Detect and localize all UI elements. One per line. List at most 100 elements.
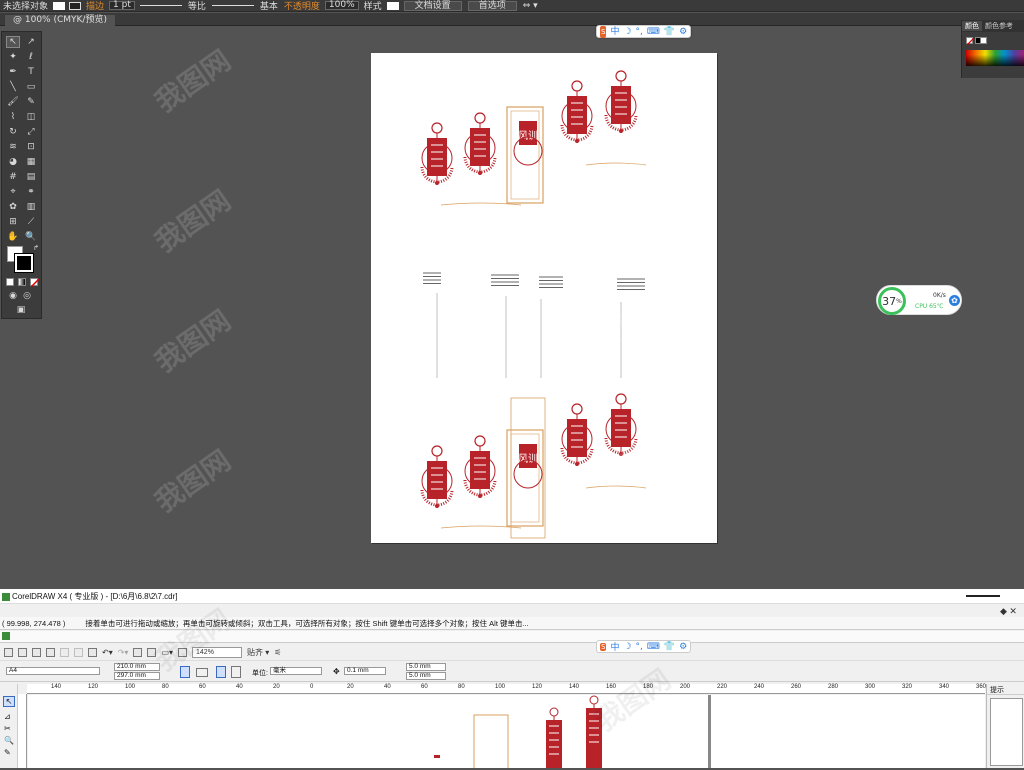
tab-color[interactable]: 颜色 <box>962 21 982 31</box>
zoom-level-select[interactable]: 142% <box>192 647 243 658</box>
gradient-tool-icon[interactable]: ▤ <box>24 171 38 183</box>
ime-settings-icon[interactable]: ⚙ <box>679 642 687 652</box>
ime-logo-icon[interactable]: S <box>600 25 607 38</box>
stroke-profile[interactable]: 等比 <box>185 0 209 11</box>
app-launcher-icon[interactable]: ▭▾ <box>161 648 173 657</box>
all-pages-icon[interactable] <box>216 666 226 678</box>
ime-skin-icon[interactable]: 👕 <box>664 642 675 652</box>
ime-keyboard-icon[interactable]: ⌨ <box>647 642 660 652</box>
options-icon[interactable]: ⚟ <box>274 648 281 657</box>
symbol-sprayer-tool-icon[interactable]: ✿ <box>6 201 20 213</box>
stroke-color-box[interactable] <box>15 254 33 272</box>
screen-mode-icon[interactable]: ▣ <box>14 304 28 316</box>
undo-icon[interactable]: ↶▾ <box>102 648 113 657</box>
duplicate-y-field[interactable]: 5.0 mm <box>406 672 446 680</box>
gradient-mode-icon[interactable] <box>18 278 26 286</box>
stroke-label[interactable]: 描边 <box>83 0 107 11</box>
none-mode-icon[interactable] <box>30 278 40 288</box>
lasso-tool-icon[interactable]: ℓ <box>24 51 38 63</box>
pen-tool-icon[interactable]: ✒ <box>6 66 20 78</box>
shape-tool-icon[interactable]: ⊿ <box>4 712 11 721</box>
document-tab[interactable]: @ 100% (CMYK/预览) <box>5 15 115 26</box>
portrait-icon[interactable] <box>180 666 190 678</box>
hand-tool-icon[interactable]: ✋ <box>6 231 20 243</box>
copy-icon[interactable] <box>74 648 83 657</box>
line-tool-icon[interactable]: ╲ <box>6 81 20 93</box>
color-spectrum[interactable] <box>966 50 1024 66</box>
fill-bucket-icon[interactable]: ◆ ✕ <box>1000 606 1017 617</box>
stroke-weight-field[interactable]: 1 pt <box>109 1 135 10</box>
unit-select[interactable]: 毫米 <box>270 667 322 675</box>
welcome-screen-icon[interactable] <box>178 648 188 657</box>
boost-icon[interactable]: ✿ <box>949 295 960 306</box>
landscape-icon[interactable] <box>196 668 208 677</box>
opacity-field[interactable]: 100% <box>324 1 359 10</box>
new-icon[interactable] <box>4 648 13 657</box>
eyedropper-tool-icon[interactable]: ⌖ <box>6 186 20 198</box>
draw-behind-icon[interactable]: ◎ <box>20 290 34 302</box>
ime-moon-icon[interactable]: ☽ <box>623 26 631 38</box>
nudge-distance-field[interactable]: 0.1 mm <box>344 667 386 675</box>
artboard[interactable]: 风训 风训 <box>371 53 717 543</box>
paper-type-select[interactable]: A4 <box>6 667 100 675</box>
minimize-button[interactable] <box>966 595 1000 597</box>
import-icon[interactable] <box>133 648 143 657</box>
width-tool-icon[interactable]: ≋ <box>6 141 20 153</box>
redo-icon[interactable]: ↷▾ <box>118 648 129 657</box>
rectangle-tool-icon[interactable]: ▭ <box>24 81 38 93</box>
ime-keyboard-icon[interactable]: ⌨ <box>647 26 660 38</box>
blob-brush-tool-icon[interactable]: ⌇ <box>6 111 20 123</box>
style-swatch[interactable] <box>386 1 399 10</box>
tab-color-guide[interactable]: 颜色参考 <box>982 21 1016 31</box>
rotate-tool-icon[interactable]: ↻ <box>6 126 20 138</box>
shape-builder-tool-icon[interactable]: ◕ <box>6 156 20 168</box>
selection-tool-icon[interactable]: ↖ <box>6 36 20 48</box>
save-icon[interactable] <box>32 648 41 657</box>
paintbrush-tool-icon[interactable]: 🖌 <box>6 96 20 108</box>
open-icon[interactable] <box>18 648 27 657</box>
eraser-tool-icon[interactable]: ◫ <box>24 111 38 123</box>
white-swatch[interactable] <box>980 37 987 44</box>
ime-punctuation-icon[interactable]: °, <box>636 642 643 652</box>
blend-tool-icon[interactable]: ⚭ <box>24 186 38 198</box>
perspective-grid-tool-icon[interactable]: ▦ <box>24 156 38 168</box>
magic-wand-tool-icon[interactable]: ✦ <box>6 51 20 63</box>
arrange-icon[interactable]: ⇔ ▾ <box>520 1 541 11</box>
cut-icon[interactable] <box>60 648 69 657</box>
none-swatch[interactable] <box>966 37 975 46</box>
crop-tool-icon[interactable]: ✂ <box>4 724 11 733</box>
horizontal-ruler[interactable]: 140 120 100 80 60 40 20 0 20 40 60 80 100 120 140 160 18… <box>27 684 986 694</box>
snap-to-button[interactable]: 贴齐 ▾ <box>247 647 269 658</box>
ime-logo-icon[interactable]: S <box>600 642 607 651</box>
freehand-tool-icon[interactable]: ✎ <box>4 748 11 757</box>
ime-punctuation-icon[interactable]: °, <box>636 26 643 38</box>
current-page-icon[interactable] <box>231 666 241 678</box>
export-icon[interactable] <box>147 648 157 657</box>
pencil-tool-icon[interactable]: ✎ <box>24 96 38 108</box>
free-transform-tool-icon[interactable]: ⊡ <box>24 141 38 153</box>
fill-swatch[interactable] <box>53 1 66 10</box>
ime-moon-icon[interactable]: ☽ <box>623 642 631 652</box>
stroke-swatch[interactable] <box>69 1 82 10</box>
ime-chinese-toggle[interactable]: 中 <box>610 26 619 38</box>
column-graph-tool-icon[interactable]: ▥ <box>24 201 38 213</box>
ime-settings-icon[interactable]: ⚙ <box>679 26 687 38</box>
page-width-field[interactable]: 210.0 mm <box>114 663 160 671</box>
brush-definition[interactable]: 基本 <box>257 0 281 11</box>
vertical-ruler[interactable] <box>18 694 27 768</box>
drawing-canvas[interactable] <box>28 695 985 770</box>
paste-icon[interactable] <box>88 648 97 657</box>
type-tool-icon[interactable]: T <box>24 66 38 78</box>
swap-colors-icon[interactable]: ↱ <box>29 242 43 254</box>
print-icon[interactable] <box>46 648 55 657</box>
document-icon[interactable] <box>2 632 10 640</box>
direct-selection-tool-icon[interactable]: ↗ <box>24 36 38 48</box>
preferences-button[interactable]: 首选项 <box>467 0 517 11</box>
duplicate-x-field[interactable]: 5.0 mm <box>406 663 446 671</box>
ime-skin-icon[interactable]: 👕 <box>664 26 675 38</box>
slice-tool-icon[interactable]: ⟋ <box>24 216 38 228</box>
system-monitor-widget[interactable]: 37% 0K/s CPU 65℃ ✿ <box>876 285 962 315</box>
ime-chinese-toggle[interactable]: 中 <box>610 640 619 653</box>
color-mode-icon[interactable] <box>6 278 14 286</box>
scale-tool-icon[interactable]: ⤢ <box>24 126 38 138</box>
